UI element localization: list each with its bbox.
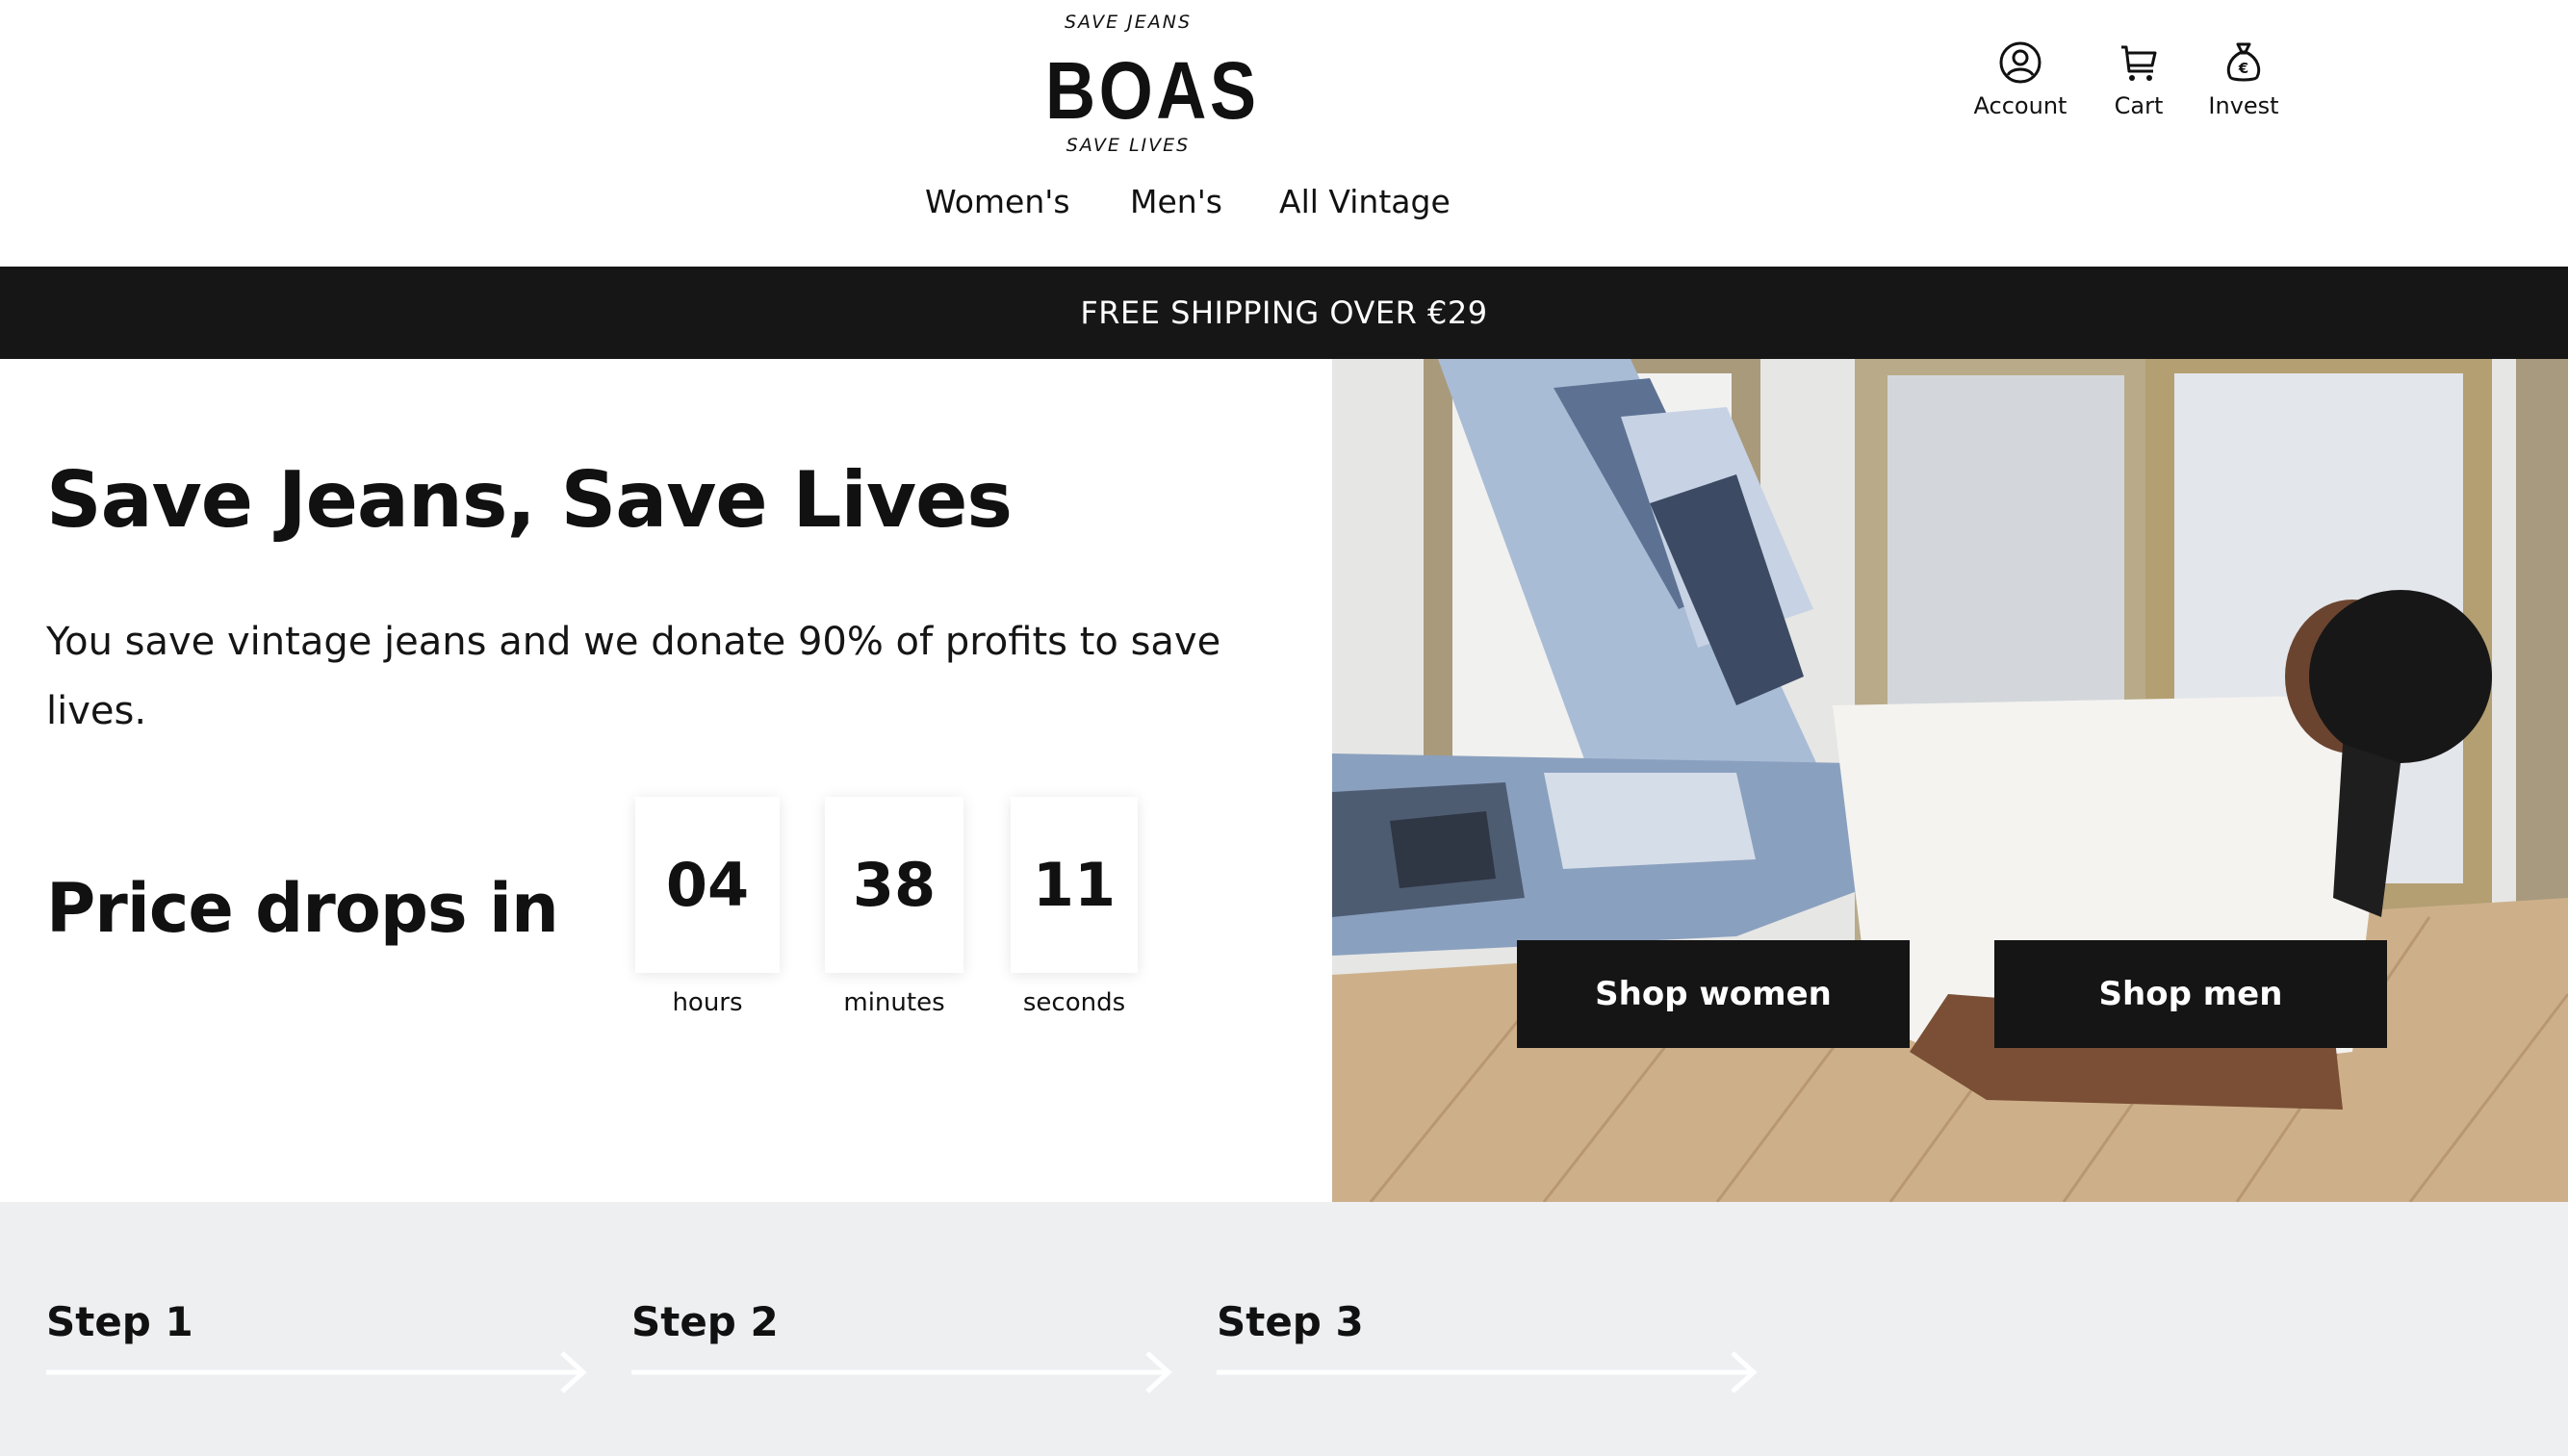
- invest-link[interactable]: € Invest: [2181, 40, 2306, 127]
- logo-wordmark: BOAS: [1045, 45, 1260, 136]
- countdown-label: Price drops in: [46, 869, 559, 948]
- announcement-bar: FREE SHIPPING OVER €29: [0, 267, 2568, 359]
- countdown-minutes-box: 38: [825, 797, 963, 973]
- hero-photo-illustration: [1332, 359, 2568, 1202]
- account-link[interactable]: Account: [1958, 40, 2083, 127]
- step-2-label: Step 2: [631, 1298, 779, 1345]
- hero-text-panel: Save Jeans, Save Lives You save vintage …: [0, 359, 1332, 1202]
- account-label: Account: [1973, 92, 2067, 119]
- money-bag-icon: €: [2226, 42, 2261, 82]
- logo-bottom-text: SAVE LIVES: [1066, 135, 1191, 156]
- account-icon: [1999, 41, 2042, 84]
- countdown-seconds-value: 11: [1032, 850, 1117, 920]
- nav-all-vintage[interactable]: All Vintage: [1279, 183, 1451, 220]
- main-nav: Women's Men's All Vintage: [0, 183, 2568, 231]
- countdown-hours-box: 04: [635, 797, 780, 973]
- step-3-arrow-icon: [1217, 1351, 1758, 1393]
- boas-logo[interactable]: SAVE JEANS BOAS SAVE LIVES: [1032, 8, 1260, 169]
- countdown-minutes-value: 38: [852, 850, 937, 920]
- hero-image: Shop women Shop men: [1332, 359, 2568, 1202]
- hero-subtitle: You save vintage jeans and we donate 90%…: [46, 620, 1221, 733]
- cart-icon: [2121, 45, 2157, 81]
- countdown-hours-unit: hours: [672, 988, 743, 1017]
- step-2-arrow-icon: [631, 1351, 1172, 1393]
- shop-men-button[interactable]: Shop men: [1994, 940, 2387, 1048]
- svg-text:€: €: [2238, 60, 2248, 77]
- shop-women-button[interactable]: Shop women: [1517, 940, 1910, 1048]
- announcement-text: FREE SHIPPING OVER €29: [1080, 294, 1488, 331]
- step-1-arrow-icon: [46, 1351, 587, 1393]
- countdown-seconds-unit: seconds: [1022, 988, 1126, 1017]
- countdown-seconds-box: 11: [1011, 797, 1138, 973]
- site-header: SAVE JEANS BOAS SAVE LIVES Account Cart …: [0, 0, 2568, 267]
- hero-title: Save Jeans, Save Lives: [46, 455, 1013, 545]
- nav-womens[interactable]: Women's: [925, 183, 1070, 220]
- nav-mens[interactable]: Men's: [1130, 183, 1222, 220]
- logo-top-text: SAVE JEANS: [1064, 12, 1193, 33]
- countdown-hours-value: 04: [665, 850, 750, 920]
- steps-section: Step 1 Step 2 Step 3: [0, 1202, 2568, 1456]
- step-1-label: Step 1: [46, 1298, 193, 1345]
- invest-label: Invest: [2208, 92, 2279, 119]
- countdown-minutes-unit: minutes: [843, 988, 945, 1017]
- step-3-label: Step 3: [1217, 1298, 1364, 1345]
